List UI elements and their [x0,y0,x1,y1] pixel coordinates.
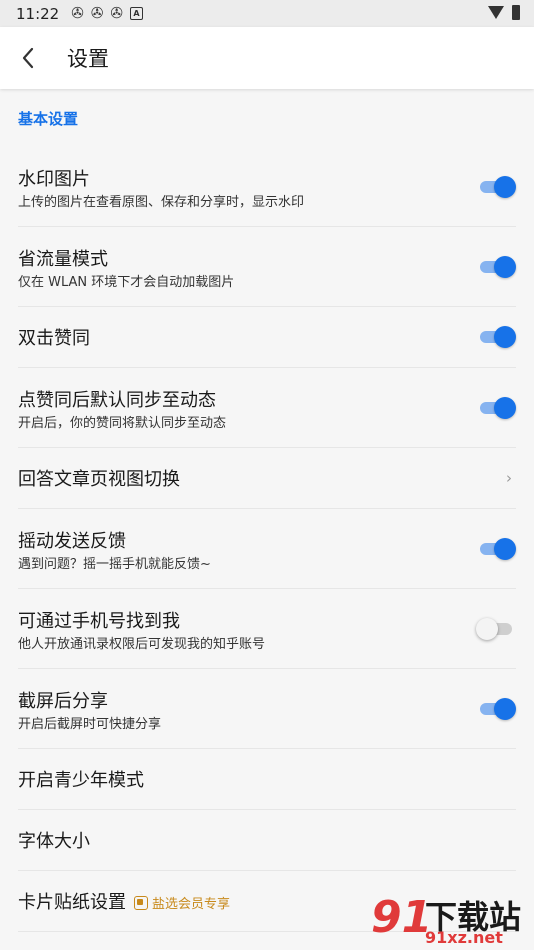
setting-subtitle: 仅在 WLAN 环境下才会自动加载图片 [18,275,235,290]
battery-icon [512,5,520,20]
toggle-switch[interactable] [478,255,516,278]
pinwheel-icon: ✇ [110,4,123,22]
pinwheel-icon: ✇ [90,4,104,22]
settings-row[interactable]: 字体大小 [18,810,516,871]
setting-title: 可通过手机号找到我 [18,611,180,632]
setting-subtitle: 遇到问题？摇一摇手机就能反馈~ [18,557,211,572]
settings-row[interactable]: 双击赞同 [18,307,516,368]
toggle-thumb [494,175,516,198]
pinwheel-icon: ✇ [71,4,84,22]
settings-row[interactable]: 开启青少年模式 [18,749,516,810]
toggle-switch[interactable] [478,175,516,198]
status-bar: 11:22 ✇ ✇ ✇ A [0,0,534,27]
settings-list: 水印图片上传的图片在查看原图、保存和分享时，显示水印省流量模式仅在 WLAN 环… [0,147,534,932]
setting-title: 截屏后分享 [18,691,108,712]
toggle-thumb [494,697,516,720]
page-title: 设置 [67,47,109,71]
toggle-thumb [476,617,498,640]
app-bar: 设置 [0,27,534,89]
settings-row[interactable]: 省流量模式仅在 WLAN 环境下才会自动加载图片 [18,227,516,307]
chevron-right-icon: › [506,469,512,487]
toggle-thumb [494,537,516,560]
settings-row[interactable]: 可通过手机号找到我他人开放通讯录权限后可发现我的知乎账号 [18,589,516,669]
toggle-thumb [494,396,516,419]
settings-row[interactable]: 截屏后分享开启后截屏时可快捷分享 [18,669,516,749]
settings-row[interactable]: 回答文章页视图切换 › [18,448,516,509]
setting-title: 开启青少年模式 [18,770,144,791]
vip-badge-label: 盐选会员专享 [152,897,231,912]
back-arrow-icon [22,47,34,69]
watermark-site: 91xz.net [425,928,503,947]
setting-subtitle: 他人开放通讯录权限后可发现我的知乎账号 [18,637,266,652]
status-right [488,5,520,20]
toggle-switch[interactable] [478,396,516,419]
setting-subtitle: 开启后截屏时可快捷分享 [18,717,162,732]
setting-title: 卡片贴纸设置 [18,892,126,913]
settings-row[interactable]: 点赞同后默认同步至动态开启后，你的赞同将默认同步至动态 [18,368,516,448]
toggle-switch[interactable] [476,617,514,640]
status-time: 11:22 [16,4,60,23]
vip-icon [134,895,148,910]
site-watermark: 91 下载站 91xz.net [359,890,534,950]
setting-title: 省流量模式 [18,249,108,270]
wifi-icon [488,6,504,19]
vip-badge: 盐选会员专享 [134,893,230,912]
setting-title: 水印图片 [18,169,90,190]
toggle-switch[interactable] [478,537,516,560]
setting-title: 双击赞同 [18,328,90,349]
notification-icons: ✇ ✇ ✇ A [71,6,150,21]
settings-row[interactable]: 摇动发送反馈遇到问题？摇一摇手机就能反馈~ [18,509,516,589]
toggle-thumb [494,326,516,348]
setting-subtitle: 开启后，你的赞同将默认同步至动态 [18,416,227,431]
back-button[interactable] [16,46,40,70]
toggle-switch[interactable] [478,326,516,348]
setting-title: 回答文章页视图切换 [18,469,180,490]
settings-row[interactable]: 水印图片上传的图片在查看原图、保存和分享时，显示水印 [18,147,516,227]
toggle-thumb [494,255,516,278]
section-header: 基本设置 [18,110,79,128]
setting-title: 点赞同后默认同步至动态 [18,390,216,411]
watermark-number: 91 [371,892,433,943]
setting-title: 字体大小 [18,831,90,852]
setting-subtitle: 上传的图片在查看原图、保存和分享时，显示水印 [18,195,305,210]
toggle-switch[interactable] [478,697,516,720]
setting-title: 摇动发送反馈 [18,531,126,552]
a-icon: A [129,7,143,20]
